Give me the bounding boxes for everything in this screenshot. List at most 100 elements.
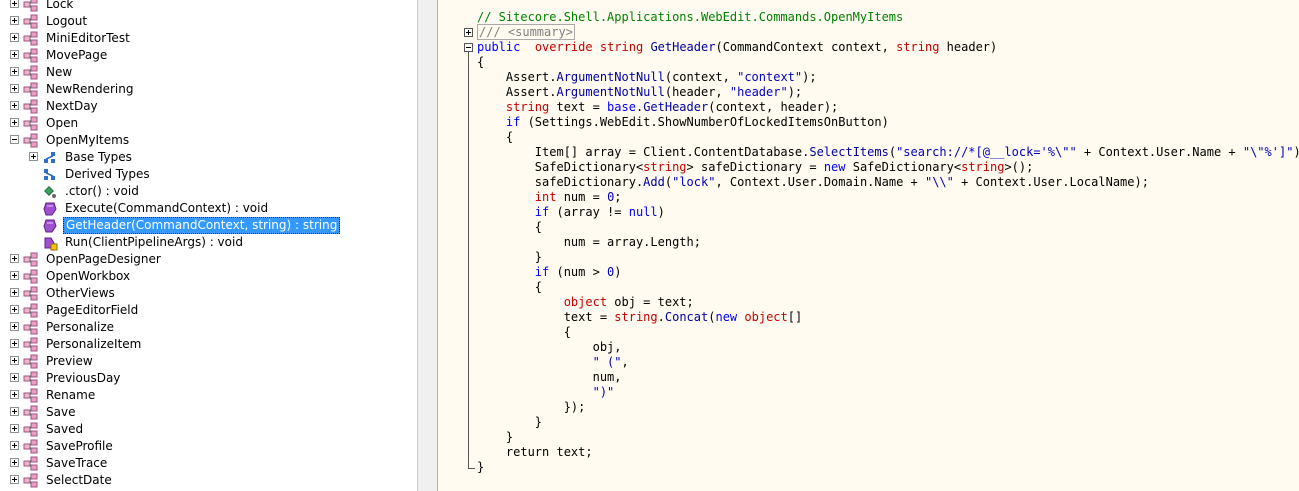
tree-item[interactable]: MiniEditorTest xyxy=(0,30,416,47)
code-token: // Sitecore.Shell.Applications.WebEdit.C… xyxy=(477,10,904,24)
code-token: "\"%']" xyxy=(1242,145,1294,159)
code-token: string xyxy=(614,310,658,324)
code-token: (Settings.WebEdit.ShowNumberOfLockedItem… xyxy=(520,115,889,129)
tree-item[interactable]: Run(ClientPipelineArgs) : void xyxy=(0,234,416,251)
tree-item-label: Run(ClientPipelineArgs) : void xyxy=(65,235,243,249)
tree-item-label: Derived Types xyxy=(65,167,150,181)
tree-item[interactable]: OtherViews xyxy=(0,285,416,302)
expand-icon[interactable] xyxy=(10,373,19,382)
base-types-icon xyxy=(42,150,58,166)
code-token: int xyxy=(477,190,557,204)
expand-icon[interactable] xyxy=(10,118,19,127)
class-icon xyxy=(23,388,39,404)
tree-item[interactable]: GetHeader(CommandContext, string) : stri… xyxy=(0,217,416,234)
tree-item[interactable]: Execute(CommandContext) : void xyxy=(0,200,416,217)
tree-item[interactable]: SelectDate xyxy=(0,472,416,489)
assembly-tree-panel[interactable]: Lock Logout MiniEditorTest MovePage New NewRe… xyxy=(0,0,418,491)
code-line: text = string.Concat(new object[] xyxy=(477,310,1299,325)
code-token: num = xyxy=(556,190,608,204)
tree-item-label: New xyxy=(46,65,73,79)
code-editor-panel[interactable]: // Sitecore.Shell.Applications.WebEdit.C… xyxy=(437,0,1299,491)
code-line: SafeDictionary<string> safeDictionary = … xyxy=(477,160,1299,175)
tree-item[interactable]: Saved xyxy=(0,421,416,438)
tree-item-label: SaveTrace xyxy=(46,456,108,470)
expand-icon[interactable] xyxy=(10,271,19,280)
expand-icon[interactable] xyxy=(10,16,19,25)
code-line: { xyxy=(477,325,1299,340)
expand-icon[interactable] xyxy=(10,67,19,76)
tree-item[interactable]: Open xyxy=(0,115,416,132)
tree-item[interactable]: PageEditorField xyxy=(0,302,416,319)
tree-item-label: Rename xyxy=(46,388,96,402)
expand-icon[interactable] xyxy=(10,0,19,8)
expand-icon[interactable] xyxy=(10,254,19,263)
expand-icon[interactable] xyxy=(10,356,19,365)
collapse-icon[interactable] xyxy=(10,135,19,144)
expand-icon[interactable] xyxy=(10,458,19,467)
expand-icon[interactable] xyxy=(10,441,19,450)
expand-summary-icon[interactable] xyxy=(464,28,473,37)
code-token: if xyxy=(477,265,550,279)
class-icon xyxy=(23,133,39,149)
code-token: { xyxy=(477,55,485,69)
expand-icon[interactable] xyxy=(10,475,19,484)
tree-item[interactable]: PersonalizeItem xyxy=(0,336,416,353)
expand-icon[interactable] xyxy=(10,407,19,416)
expand-icon[interactable] xyxy=(10,84,19,93)
code-token: override xyxy=(534,40,593,54)
expand-icon[interactable] xyxy=(10,50,19,59)
code-token: safeDictionary. xyxy=(477,175,644,189)
tree-item[interactable]: SaveProfile xyxy=(0,438,416,455)
tree-item[interactable]: Logout xyxy=(0,13,416,30)
tree-item[interactable]: .ctor() : void xyxy=(0,183,416,200)
expand-icon[interactable] xyxy=(29,152,38,161)
collapse-method-icon[interactable] xyxy=(464,43,473,52)
tree-item-label: OpenWorkbox xyxy=(46,269,131,283)
code-token: base xyxy=(607,100,636,114)
code-token: num, xyxy=(477,370,622,384)
code-line: safeDictionary.Add("lock", Context.User.… xyxy=(477,175,1299,190)
code-line: public override string GetHeader(Command… xyxy=(477,40,1299,55)
tree-item[interactable]: Derived Types xyxy=(0,166,416,183)
tree-item[interactable]: Personalize xyxy=(0,319,416,336)
code-line: Item[] array = Client.ContentDatabase.Se… xyxy=(477,145,1299,160)
expand-icon[interactable] xyxy=(10,424,19,433)
expand-icon[interactable] xyxy=(10,390,19,399)
expand-icon[interactable] xyxy=(10,305,19,314)
tree-item[interactable]: Preview xyxy=(0,353,416,370)
tree-item-label: PageEditorField xyxy=(46,303,139,317)
tree-item[interactable]: NewRendering xyxy=(0,81,416,98)
code-line: { xyxy=(477,220,1299,235)
tree-item[interactable]: OpenWorkbox xyxy=(0,268,416,285)
class-icon xyxy=(23,320,39,336)
tree-item-label: OpenPageDesigner xyxy=(46,252,161,266)
tree-item[interactable]: Lock xyxy=(0,0,416,13)
code-token: , xyxy=(621,355,629,369)
code-token: Concat xyxy=(664,310,709,324)
tree-item[interactable]: Base Types xyxy=(0,149,416,166)
code-token: { xyxy=(477,220,543,234)
editor-gutter xyxy=(438,0,460,491)
tree-item[interactable]: Rename xyxy=(0,387,416,404)
code-token: string xyxy=(896,40,940,54)
tree-item-label: Save xyxy=(46,405,76,419)
splitter[interactable] xyxy=(418,0,437,491)
tree-item[interactable]: SaveTrace xyxy=(0,455,416,472)
tree-item[interactable]: OpenMyItems xyxy=(0,132,416,149)
expand-icon[interactable] xyxy=(10,288,19,297)
code-token: } xyxy=(477,460,485,474)
tree-item[interactable]: NextDay xyxy=(0,98,416,115)
expand-icon[interactable] xyxy=(10,322,19,331)
tree-item[interactable]: Save xyxy=(0,404,416,421)
derived-types-icon xyxy=(42,167,58,183)
code-token: if xyxy=(477,115,521,129)
expand-icon[interactable] xyxy=(10,33,19,42)
tree-item[interactable]: MovePage xyxy=(0,47,416,64)
tree-item[interactable]: OpenPageDesigner xyxy=(0,251,416,268)
code-token: } xyxy=(477,250,543,264)
expand-icon[interactable] xyxy=(10,101,19,110)
tree-item[interactable]: PreviousDay xyxy=(0,370,416,387)
class-icon xyxy=(23,48,39,64)
tree-item[interactable]: New xyxy=(0,64,416,81)
expand-icon[interactable] xyxy=(10,339,19,348)
